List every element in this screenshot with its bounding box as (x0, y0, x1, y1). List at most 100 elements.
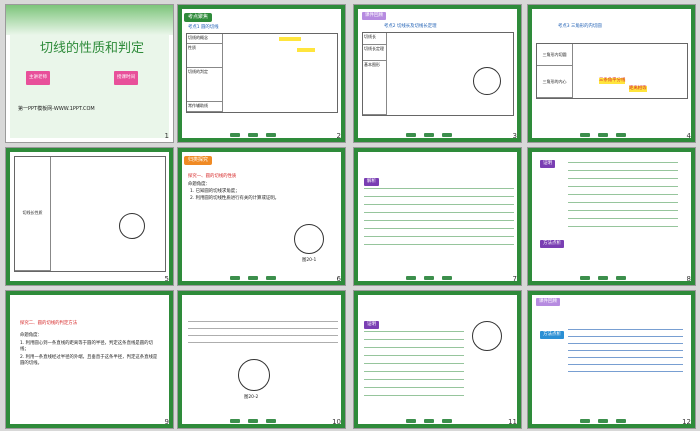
slide-number: 11 (508, 418, 517, 426)
nav-button[interactable] (580, 419, 590, 423)
slide-title: 切线的性质和判定 (40, 41, 145, 56)
slide-number: 7 (512, 275, 517, 283)
section-header: 归类探究 (184, 156, 213, 165)
geometry-figure (119, 213, 145, 239)
nav-button[interactable] (406, 419, 416, 423)
slide-number: 9 (164, 418, 169, 426)
nav-button[interactable] (598, 133, 608, 137)
proof-label: 证明 (364, 321, 379, 329)
slide-number: 5 (164, 275, 169, 283)
slide-thumbnail-2[interactable]: 考点聚焦 考点1 圆的切线 切线的概念 性质 切线的判定 常作辅助线 2 (177, 4, 346, 143)
nav-button[interactable] (598, 419, 608, 423)
problem-text-lines (188, 321, 338, 343)
geometry-figure (238, 359, 270, 391)
exercise-table: 切线长性质 (14, 156, 166, 272)
nav-button[interactable] (266, 133, 276, 137)
slide-number: 12 (682, 418, 691, 426)
nav-button[interactable] (230, 419, 240, 423)
method-label: 方法点析 (540, 240, 564, 248)
slide-number: 2 (336, 132, 341, 140)
nav-button[interactable] (424, 276, 434, 280)
nav-button[interactable] (616, 133, 626, 137)
nav-button[interactable] (266, 276, 276, 280)
section-header: 课件回顾 (362, 12, 386, 20)
nav-button[interactable] (266, 419, 276, 423)
solution-label: 解析 (364, 178, 379, 186)
nav-button[interactable] (598, 276, 608, 280)
row-label: 三角形的内心 (537, 66, 573, 98)
row-label: 切线长 (363, 33, 387, 45)
slide-thumbnail-12[interactable]: 课件回顾 方法点析 12 (527, 290, 696, 429)
proof-label: 证明 (540, 160, 555, 168)
nav-button[interactable] (580, 276, 590, 280)
row-label: 切线的判定 (187, 68, 223, 102)
angle-item: 2. 利用一条直线经过半径的外端，且垂直于这条半径，判定这条直线是圆的切线。 (20, 355, 158, 366)
nav-button[interactable] (442, 133, 452, 137)
nav-button[interactable] (442, 276, 452, 280)
row-label: 三角形内切圆 (537, 44, 573, 66)
method-text-lines (568, 329, 683, 373)
slide-number: 6 (336, 275, 341, 283)
slide-thumbnail-11[interactable]: 证明 11 (353, 290, 522, 429)
angle-item: 2. 利用圆的切线性质进行有关的计算或证明。 (190, 196, 280, 201)
nav-button[interactable] (616, 419, 626, 423)
nav-button[interactable] (248, 419, 258, 423)
nav-button[interactable] (406, 276, 416, 280)
angle-item: 1. 已知圆的切线求角度； (190, 189, 240, 194)
row-label: 性质 (187, 44, 223, 68)
row-label: 切线长定理 (363, 45, 387, 61)
section-header: 考点聚焦 (184, 13, 213, 22)
geometry-figure (472, 321, 502, 351)
angle-heading: 命题角度： (20, 333, 42, 338)
slide-number: 10 (332, 418, 341, 426)
slide-frame (178, 291, 345, 428)
slide-thumbnail-9[interactable]: 探究二、圆的切线的判定方法 命题角度： 1. 利用圆心到一条直线的距离等于圆的半… (5, 290, 174, 429)
slide-thumbnail-8[interactable]: 证明 方法点析 8 (527, 147, 696, 286)
highlight-mark (279, 37, 301, 41)
definition-table: 切线的概念 性质 切线的判定 常作辅助线 (186, 33, 338, 113)
slide-number: 4 (686, 132, 691, 140)
nav-button[interactable] (580, 133, 590, 137)
nav-button[interactable] (424, 133, 434, 137)
slide-thumbnail-10[interactable]: 图20-2 10 (177, 290, 346, 429)
presenter-button[interactable]: 主讲老师 (26, 71, 50, 85)
nav-button[interactable] (248, 133, 258, 137)
solution-text-lines (364, 188, 514, 248)
highlight-text: 距离相等 (629, 86, 647, 92)
angle-item: 1. 利用圆心到一条直线的距离等于圆的半径，判定这条直线是圆的切线； (20, 341, 153, 352)
slide-thumbnail-5[interactable]: 切线长性质 5 (5, 147, 174, 286)
row-label: 常作辅助线 (187, 102, 223, 112)
slide-thumbnail-6[interactable]: 归类探究 探究一、圆的切线的性质 命题角度： 1. 已知圆的切线求角度； 2. … (177, 147, 346, 286)
slide-number: 8 (686, 275, 691, 283)
row-label: 基本图形 (363, 61, 387, 115)
figure-caption: 图20-1 (302, 258, 317, 263)
slide-number: 3 (512, 132, 517, 140)
slide-number: 1 (164, 132, 169, 140)
slide-thumbnail-1[interactable]: 切线的性质和判定 主讲老师 授课时间 第一PPT模板网-WWW.1PPT.COM… (5, 4, 174, 143)
section-subtitle: 考点3 三角形的内切圆 (558, 24, 602, 29)
definition-table: 切线长 切线长定理 基本图形 (362, 32, 514, 116)
time-button[interactable]: 授课时间 (114, 71, 138, 85)
definition-table: 三角形内切圆 三角形的内心 三条角平分线 距离相等 (536, 43, 688, 99)
angle-heading: 命题角度： (188, 182, 210, 187)
nav-button[interactable] (424, 419, 434, 423)
slide-thumbnail-7[interactable]: 解析 7 (353, 147, 522, 286)
nav-button[interactable] (406, 133, 416, 137)
nav-button[interactable] (230, 276, 240, 280)
slide-thumbnail-3[interactable]: 课件回顾 考点2 切线长及切线长定理 切线长 切线长定理 基本图形 3 (353, 4, 522, 143)
proof-text-lines (364, 331, 464, 401)
website-footer: 第一PPT模板网-WWW.1PPT.COM (18, 106, 95, 112)
nav-button[interactable] (442, 419, 452, 423)
section-title: 探究二、圆的切线的判定方法 (20, 321, 78, 326)
slide-frame (178, 148, 345, 285)
nav-button[interactable] (248, 276, 258, 280)
row-label: 切线长性质 (15, 157, 51, 271)
method-label: 方法点析 (540, 331, 564, 339)
nav-button[interactable] (230, 133, 240, 137)
highlight-text: 三条角平分线 (599, 78, 626, 84)
geometry-figure (294, 224, 324, 254)
slide-thumbnail-4[interactable]: 考点3 三角形的内切圆 三角形内切圆 三角形的内心 三条角平分线 距离相等 4 (527, 4, 696, 143)
nav-button[interactable] (616, 276, 626, 280)
highlight-mark (297, 48, 315, 52)
proof-text-lines (568, 162, 678, 232)
